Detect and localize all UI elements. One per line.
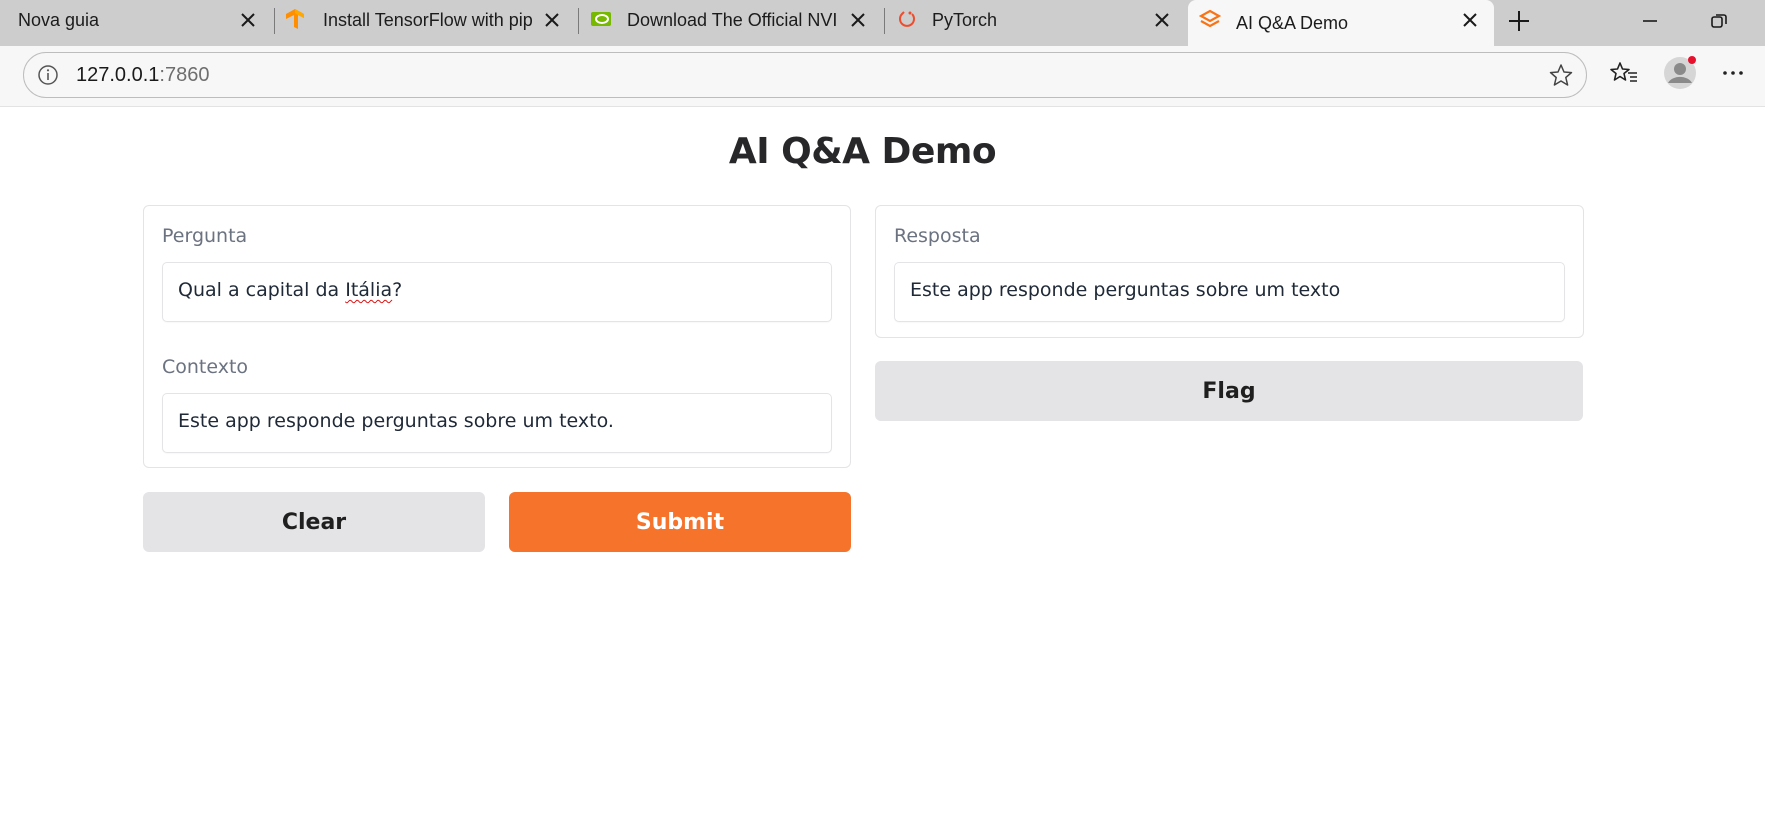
question-input[interactable]: Qual a capital da Itália? (162, 262, 832, 322)
misspelled-word: Itália (345, 279, 393, 301)
close-tab-icon[interactable] (1460, 10, 1480, 30)
url-port: :7860 (159, 64, 210, 86)
page-title: AI Q&A Demo (728, 131, 997, 172)
profile-avatar-icon[interactable] (1662, 55, 1698, 91)
pytorch-icon (899, 11, 915, 27)
answer-value: Este app responde perguntas sobre um tex… (910, 279, 1341, 301)
question-label: Pergunta (162, 225, 248, 247)
tab-title: Install TensorFlow with pip (323, 9, 533, 30)
favorite-star-icon[interactable] (1548, 62, 1574, 88)
more-options-icon[interactable] (1718, 58, 1748, 88)
tab-nvidia[interactable]: Download The Official NVIDIA (580, 0, 882, 40)
tab-title: AI Q&A Demo (1236, 12, 1349, 33)
new-tab-icon[interactable] (1506, 8, 1532, 34)
tab-separator (578, 8, 579, 34)
minimize-icon[interactable] (1637, 8, 1663, 34)
close-tab-icon[interactable] (238, 10, 258, 30)
tab-tensorflow[interactable]: Install TensorFlow with pip (276, 0, 576, 40)
question-value: Qual a capital da Itália? (178, 279, 402, 301)
clear-button[interactable]: Clear (143, 492, 485, 552)
address-bar[interactable]: 127.0.0.1:7860 (23, 52, 1587, 98)
browser-tab-strip: Nova guia Install TensorFlow with pip Do… (0, 0, 1765, 46)
browser-toolbar: 127.0.0.1:7860 (0, 46, 1765, 107)
tab-separator (274, 8, 275, 34)
output-panel: Resposta Este app responde perguntas sob… (875, 205, 1584, 338)
nvidia-icon (591, 12, 611, 26)
answer-label: Resposta (894, 225, 981, 247)
input-panel: Pergunta Qual a capital da Itália? Conte… (143, 205, 851, 468)
tab-title: PyTorch (932, 9, 998, 30)
submit-button[interactable]: Submit (509, 492, 851, 552)
tab-pytorch[interactable]: PyTorch (886, 0, 1186, 40)
site-info-icon[interactable] (36, 63, 60, 87)
tab-ai-qa-demo[interactable]: AI Q&A Demo (1188, 0, 1494, 46)
tab-title: Download The Official NVIDIA (627, 9, 837, 30)
context-input[interactable]: Este app responde perguntas sobre um tex… (162, 393, 832, 453)
favorites-icon[interactable] (1609, 58, 1639, 88)
question-text-start: Qual a capital da (178, 279, 346, 301)
gradio-icon (1199, 9, 1221, 28)
context-label: Contexto (162, 356, 249, 378)
close-tab-icon[interactable] (542, 10, 562, 30)
close-tab-icon[interactable] (848, 10, 868, 30)
url-text: 127.0.0.1:7860 (76, 64, 209, 87)
tab-title: Nova guia (18, 9, 100, 30)
flag-button[interactable]: Flag (875, 361, 1583, 421)
close-tab-icon[interactable] (1152, 10, 1172, 30)
tensorflow-icon (286, 9, 304, 29)
tab-nova-guia[interactable]: Nova guia (0, 0, 272, 40)
question-text-end: ? (392, 279, 403, 301)
tab-separator (884, 8, 885, 34)
url-host: 127.0.0.1 (76, 64, 160, 86)
answer-output: Este app responde perguntas sobre um tex… (894, 262, 1565, 322)
restore-icon[interactable] (1706, 8, 1732, 34)
context-value: Este app responde perguntas sobre um tex… (178, 410, 614, 432)
